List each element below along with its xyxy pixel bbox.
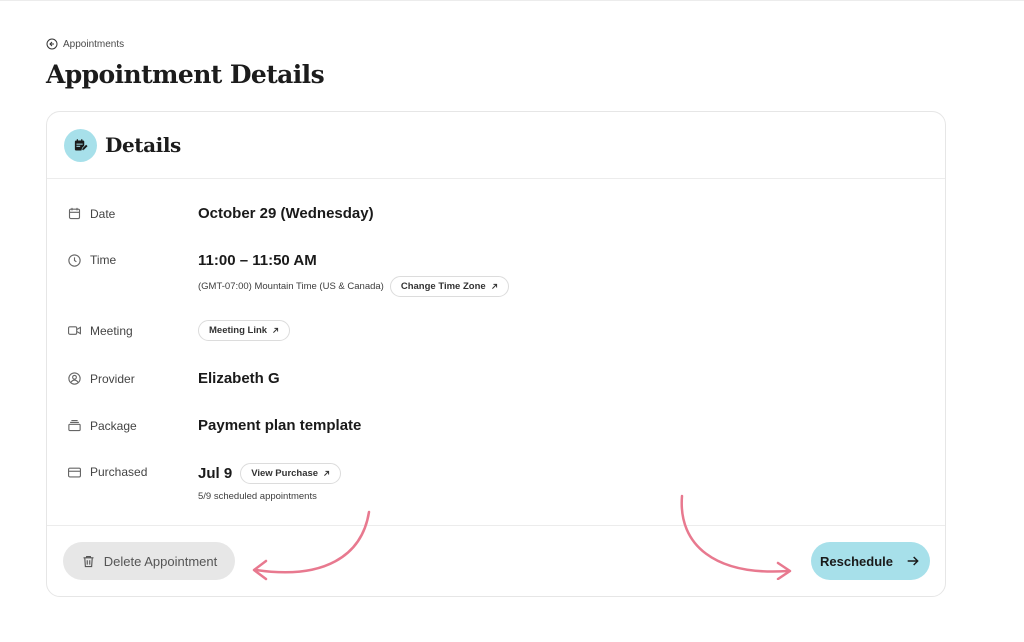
view-purchase-button[interactable]: View Purchase	[240, 463, 342, 484]
calendar-edit-icon	[64, 128, 97, 162]
meeting-link-button[interactable]: Meeting Link	[198, 320, 291, 341]
row-time: Time 11:00 – 11:50 AM (GMT-07:00) Mounta…	[67, 252, 509, 297]
row-provider: Provider Elizabeth G	[67, 370, 280, 387]
timezone-text: (GMT-07:00) Mountain Time (US & Canada)	[198, 281, 384, 292]
arrow-up-right-icon	[273, 327, 279, 333]
row-date: Date October 29 (Wednesday)	[67, 205, 374, 222]
provider-label: Provider	[67, 370, 198, 387]
time-value: 11:00 – 11:50 AM	[198, 252, 317, 269]
calendar-icon	[68, 207, 81, 220]
meeting-label: Meeting	[67, 320, 198, 341]
time-label: Time	[67, 252, 198, 297]
arrow-right-icon	[907, 556, 919, 566]
arrow-up-right-icon	[491, 283, 497, 289]
arrow-up-right-icon	[324, 470, 330, 476]
breadcrumb-back[interactable]: Appointments	[46, 38, 124, 50]
details-card: Details Date October 29 (Wednesday) Time…	[46, 111, 946, 597]
scheduled-count: 5/9 scheduled appointments	[198, 491, 317, 502]
change-time-zone-button[interactable]: Change Time Zone	[389, 276, 509, 297]
top-divider	[0, 0, 1024, 1]
footer-divider	[47, 525, 945, 526]
arrow-left-circle-icon	[46, 38, 58, 50]
purchased-date: Jul 9	[198, 465, 233, 482]
date-label: Date	[67, 205, 198, 222]
row-meeting: Meeting Meeting Link	[67, 320, 291, 341]
package-label: Package	[67, 417, 198, 434]
stack-icon	[68, 419, 81, 432]
delete-appointment-button[interactable]: Delete Appointment	[63, 542, 235, 580]
row-purchased: Purchased Jul 9 View Purchase 5/9 schedu…	[67, 463, 342, 502]
date-value: October 29 (Wednesday)	[198, 205, 374, 222]
video-camera-icon	[68, 326, 81, 335]
credit-card-icon	[68, 467, 81, 478]
clock-icon	[68, 254, 81, 267]
provider-value: Elizabeth G	[198, 370, 280, 387]
row-package: Package Payment plan template	[67, 417, 361, 434]
page-title: Appointment Details	[46, 60, 325, 89]
trash-icon	[83, 555, 94, 567]
reschedule-button[interactable]: Reschedule	[811, 542, 930, 580]
purchased-label: Purchased	[67, 463, 198, 502]
package-value: Payment plan template	[198, 417, 362, 434]
breadcrumb-label: Appointments	[63, 38, 125, 50]
card-title: Details	[105, 133, 181, 157]
user-circle-icon	[68, 372, 81, 385]
card-header: Details	[47, 112, 945, 179]
